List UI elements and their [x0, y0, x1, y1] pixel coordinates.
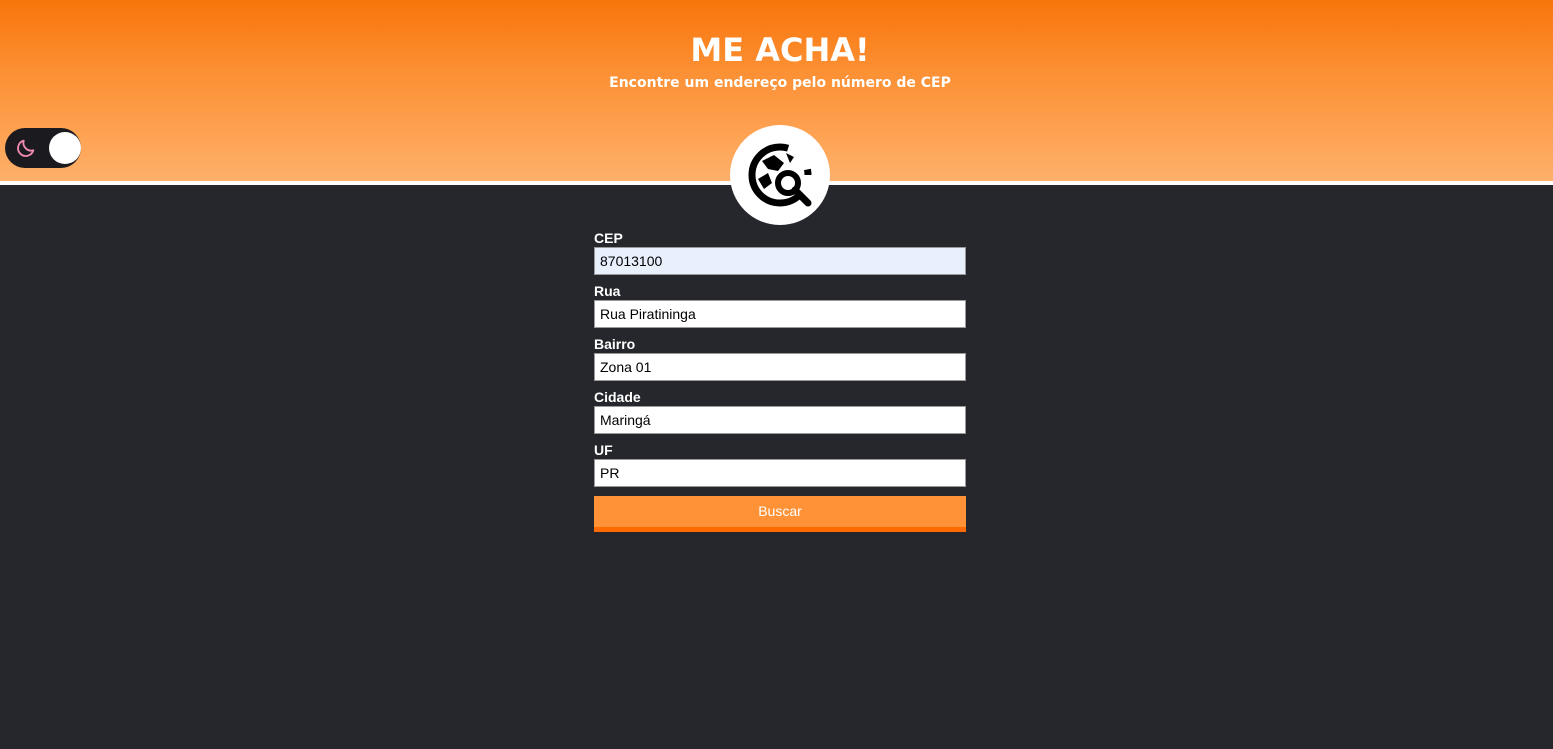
cidade-input[interactable] — [594, 406, 966, 434]
logo — [730, 125, 830, 225]
cep-label: CEP — [594, 230, 623, 246]
rua-label: Rua — [594, 283, 621, 299]
rua-input[interactable] — [594, 300, 966, 328]
address-form: CEP Rua Bairro Cidade UF Buscar — [594, 230, 966, 532]
uf-field: UF — [594, 442, 966, 487]
page-subtitle: Encontre um endereço pelo número de CEP — [609, 75, 951, 91]
page-title: ME ACHA! — [690, 31, 870, 69]
rua-field: Rua — [594, 283, 966, 328]
globe-search-icon — [748, 143, 812, 207]
bairro-label: Bairro — [594, 336, 636, 352]
bairro-field: Bairro — [594, 336, 966, 381]
cep-input[interactable] — [594, 247, 966, 275]
moon-icon — [17, 139, 35, 157]
cidade-label: Cidade — [594, 389, 641, 405]
uf-input[interactable] — [594, 459, 966, 487]
toggle-knob[interactable] — [49, 132, 81, 164]
theme-toggle[interactable] — [5, 128, 81, 168]
uf-label: UF — [594, 442, 613, 458]
bairro-input[interactable] — [594, 353, 966, 381]
cidade-field: Cidade — [594, 389, 966, 434]
cep-field: CEP — [594, 230, 966, 275]
search-button[interactable]: Buscar — [594, 496, 966, 532]
